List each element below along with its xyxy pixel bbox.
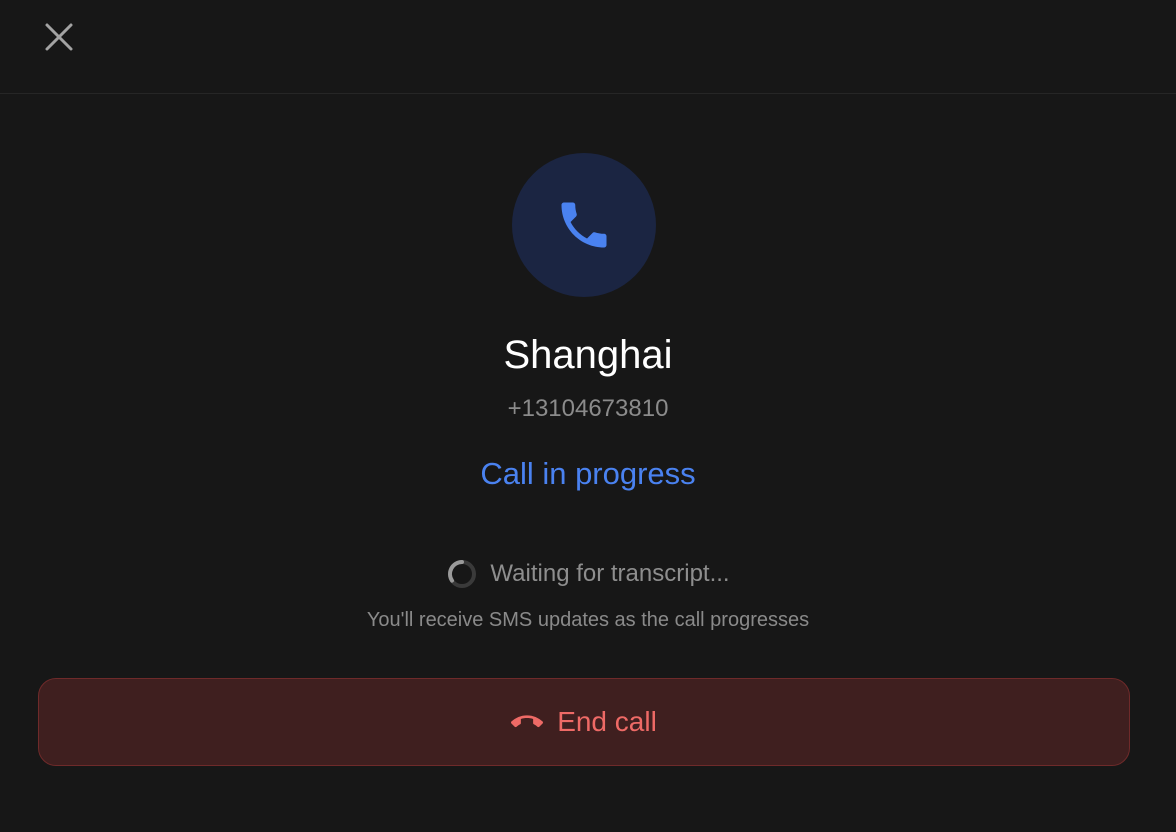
loading-spinner-icon	[446, 558, 478, 590]
transcript-status-row: Waiting for transcript...	[0, 557, 1176, 591]
contact-number: +13104673810	[507, 395, 669, 422]
end-call-label: End call	[557, 706, 657, 737]
phone-icon	[561, 202, 607, 248]
close-button[interactable]	[36, 14, 82, 60]
call-status: Call in progress	[480, 456, 696, 491]
end-call-button[interactable]: End call	[38, 678, 1130, 766]
contact-name: Shanghai	[503, 333, 673, 377]
call-screen: Shanghai +13104673810 Call in progress W…	[0, 0, 1176, 832]
transcript-status-text: Waiting for transcript...	[490, 560, 730, 587]
close-icon	[45, 23, 73, 51]
sms-updates-note: You'll receive SMS updates as the call p…	[366, 609, 810, 631]
top-bar	[0, 0, 1176, 94]
contact-avatar	[512, 153, 656, 297]
hang-up-icon	[511, 706, 544, 738]
